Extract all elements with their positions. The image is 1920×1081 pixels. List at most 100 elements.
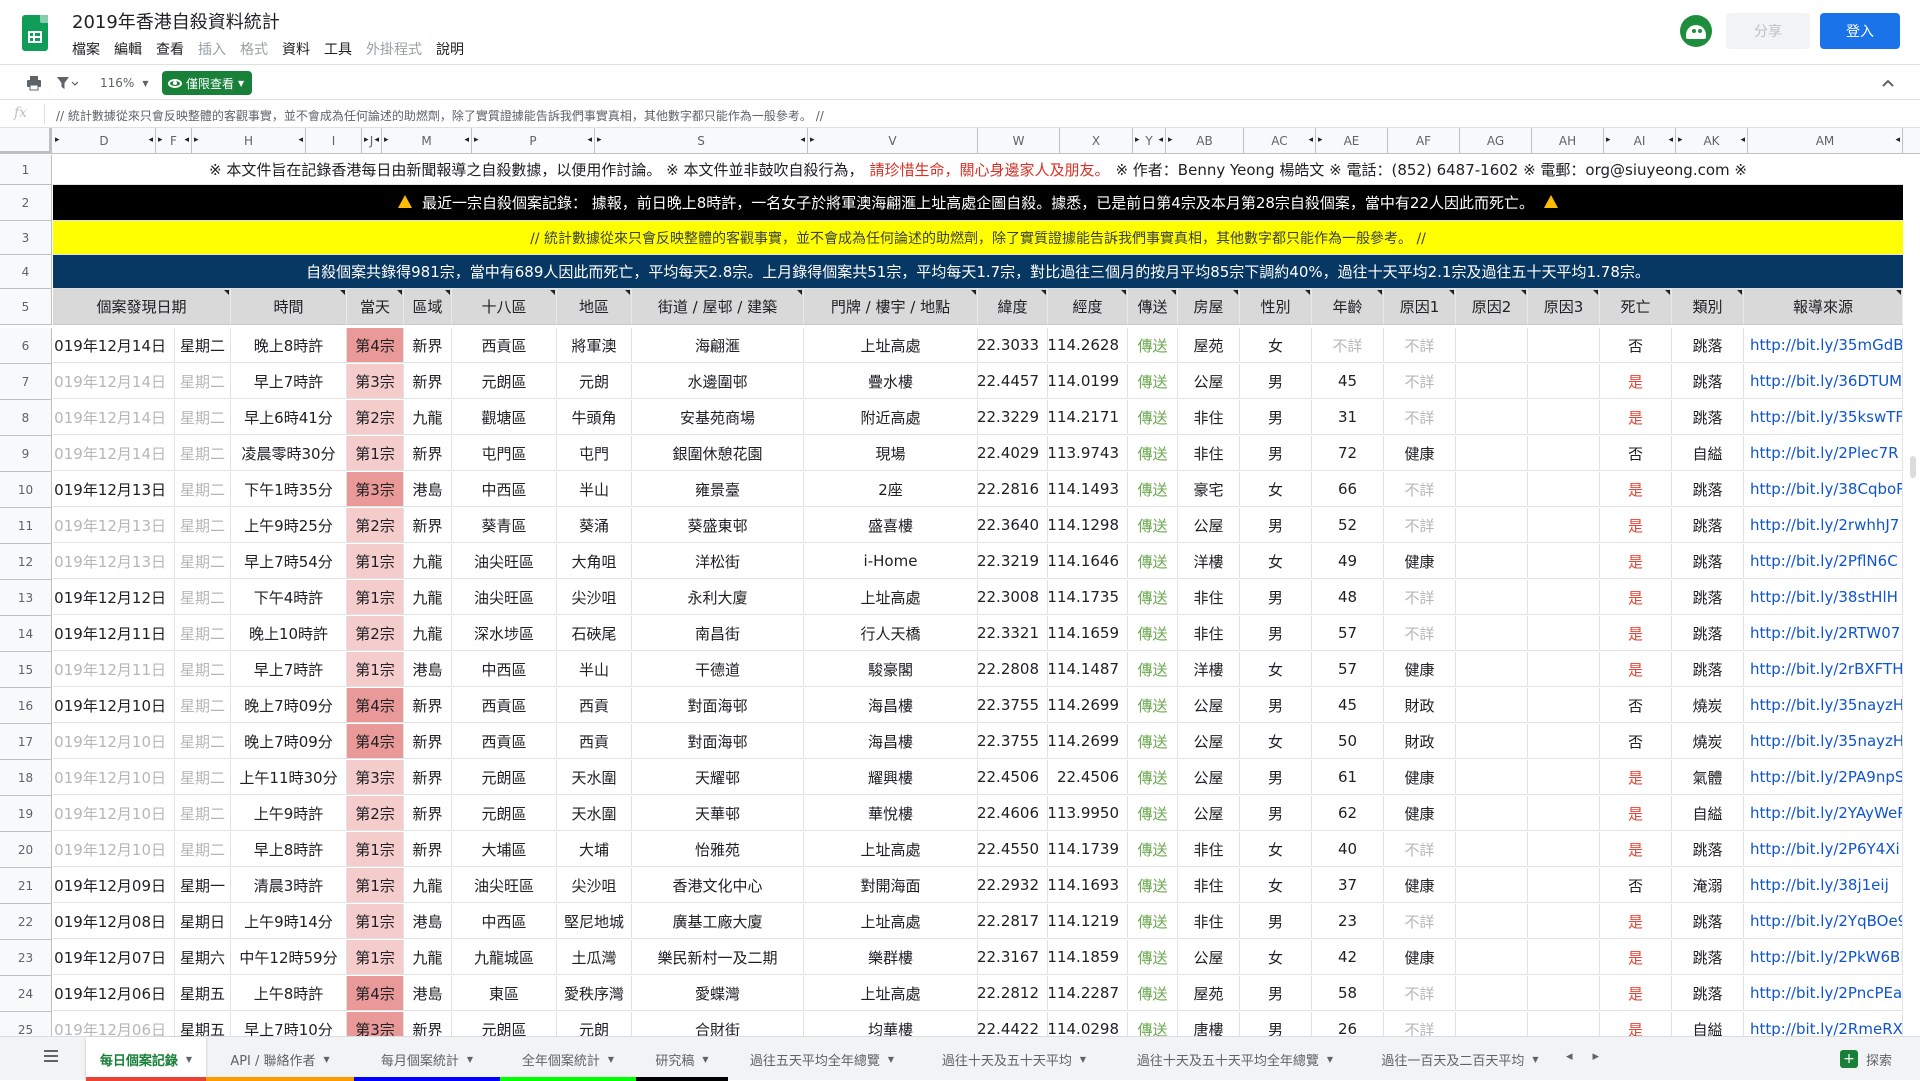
sheet-tab[interactable]: 全年個案統計 ▼ [500,1037,636,1081]
cell-src[interactable]: http://bit.ly/2RmeRXX [1744,1012,1903,1036]
column-header[interactable]: AG [1460,128,1532,154]
column-title[interactable]: 類別 [1672,289,1744,325]
zoom-select[interactable]: 116% ▼ [100,71,148,95]
expand-column-right-icon[interactable]: ◂ [1895,135,1900,145]
cell-src[interactable]: http://bit.ly/2PA9npS [1744,760,1903,795]
expand-column-right-icon[interactable]: ◂ [587,135,592,145]
column-header[interactable]: S ▸ ◂ [595,128,808,154]
column-header[interactable]: AE ▸ [1316,128,1388,154]
sheet-tab[interactable]: 過往一百天及二百天平均 ▼ [1358,1037,1562,1081]
column-header[interactable]: Y ▸ ◂ [1133,128,1166,154]
expand-column-right-icon[interactable]: ◂ [184,135,189,145]
expand-column-left-icon[interactable]: ▸ [474,135,479,145]
row-number[interactable]: 16 [0,688,52,724]
row-number[interactable]: 20 [0,832,52,868]
column-title[interactable]: 報導來源 [1744,289,1903,325]
expand-column-left-icon[interactable]: ▸ [384,135,389,145]
expand-column-left-icon[interactable]: ▸ [1135,135,1140,145]
row-number[interactable]: 14 [0,616,52,652]
vertical-scrollbar[interactable] [1906,284,1920,1034]
anonymous-avatar-icon[interactable] [1680,15,1712,47]
row-number[interactable]: 19 [0,796,52,832]
sheet-tab[interactable]: 過往十天及五十天平均全年總覽 ▼ [1112,1037,1358,1081]
cell-src[interactable]: http://bit.ly/2rwhhJ7 [1744,508,1903,543]
cell-src[interactable]: http://bit.ly/35nayzH [1744,688,1903,723]
column-title[interactable]: 經度 [1048,289,1128,325]
expand-column-right-icon[interactable]: ◂ [148,135,153,145]
menu-item[interactable]: 編輯 [114,39,142,59]
column-title[interactable]: 原因2 [1456,289,1528,325]
cell-src[interactable]: http://bit.ly/2Plec7R [1744,436,1903,471]
column-header[interactable]: V ▸ [808,128,978,154]
chevron-down-icon[interactable]: ▼ [608,1055,614,1064]
expand-column-right-icon[interactable]: ◂ [1668,135,1673,145]
expand-column-left-icon[interactable]: ▸ [194,135,199,145]
column-header[interactable]: M ▸ ◂ [382,128,472,154]
disclaimer-banner[interactable]: // 統計數據從來只會反映整體的客觀事實，並不會成為任何論述的助燃劑，除了實質證… [53,221,1903,255]
cell-src[interactable]: http://bit.ly/2PflN6C [1744,544,1903,579]
column-title[interactable]: 個案發現日期 [53,289,231,325]
cell-src[interactable]: http://bit.ly/2PncPEa_3 [1744,976,1903,1011]
filter-icon[interactable] [56,71,78,95]
cell-src[interactable]: http://bit.ly/38CqboP [1744,472,1903,507]
cell-src[interactable]: http://bit.ly/35kswTF [1744,400,1903,435]
sheet-tab[interactable]: 過往五天平均全年總覽 ▼ [728,1037,916,1081]
chevron-down-icon[interactable]: ▼ [467,1055,473,1064]
column-header[interactable]: I [306,128,362,154]
chevron-down-icon[interactable]: ▼ [1532,1055,1538,1064]
scrollbar-thumb[interactable] [1910,456,1916,478]
column-header[interactable]: AH [1532,128,1604,154]
column-header[interactable]: AF [1388,128,1460,154]
column-title[interactable]: 年齡 [1312,289,1384,325]
expand-column-left-icon[interactable]: ▸ [364,135,369,145]
expand-column-left-icon[interactable]: ▸ [158,135,163,145]
row-number[interactable]: 11 [0,508,52,544]
menu-item[interactable]: 工具 [324,39,352,59]
select-all-corner[interactable] [0,128,52,154]
column-title[interactable]: 緯度 [978,289,1048,325]
cell-src[interactable]: http://bit.ly/35mGdBs [1744,328,1903,363]
column-header[interactable]: AC ◂ [1244,128,1316,154]
row-number[interactable]: 22 [0,904,52,940]
summary-banner[interactable]: 自殺個案共錄得981宗，當中有689人因此而死亡，平均每天2.8宗。上月錄得個案… [53,255,1903,289]
cell-src[interactable]: http://bit.ly/2RTW071 [1744,616,1903,651]
expand-column-left-icon[interactable]: ▸ [810,135,815,145]
row-number[interactable]: 21 [0,868,52,904]
chevron-down-icon[interactable]: ▼ [1080,1055,1086,1064]
row-number[interactable]: 2 [0,185,52,221]
cell-src[interactable]: http://bit.ly/2YqBOe9 [1744,904,1903,939]
column-title[interactable]: 門牌 / 樓宇 / 地點 [804,289,978,325]
column-title[interactable]: 地區 [557,289,632,325]
column-header[interactable]: X [1060,128,1133,154]
chevron-down-icon[interactable]: ▼ [888,1055,894,1064]
column-title[interactable]: 當天 [347,289,404,325]
cell-src[interactable]: http://bit.ly/38stHlH [1744,580,1903,615]
sheet-tab[interactable]: 每月個案統計 ▼ [354,1037,500,1081]
menu-item[interactable]: 資料 [282,39,310,59]
expand-column-right-icon[interactable]: ◂ [298,135,303,145]
menu-item[interactable]: 檔案 [72,39,100,59]
formula-content[interactable]: // 統計數據從來只會反映整體的客觀事實，並不會成為任何論述的助燃劑，除了實質證… [56,107,824,124]
column-header[interactable]: J ▸ ◂ [362,128,382,154]
share-button[interactable]: 分享 [1726,13,1810,49]
menu-item[interactable]: 說明 [436,39,464,59]
column-header[interactable]: D ▸ ◂ [53,128,156,154]
column-title[interactable]: 傳送 [1128,289,1178,325]
chevron-down-icon[interactable]: ▼ [702,1055,708,1064]
sheet-tab[interactable]: 研究稿 ▼ [636,1037,728,1081]
latest-case-banner[interactable]: 最近一宗自殺個案記錄： 據報，前日晚上8時許，一名女子於將軍澳海翩滙上址高處企圖… [53,185,1903,221]
row-number[interactable]: 17 [0,724,52,760]
expand-column-right-icon[interactable]: ◂ [1158,135,1163,145]
column-header[interactable]: AM ◂ [1748,128,1903,154]
column-title[interactable]: 時間 [231,289,347,325]
expand-column-left-icon[interactable]: ▸ [1168,135,1173,145]
column-header[interactable]: P ▸ ◂ [472,128,595,154]
row-number[interactable]: 24 [0,976,52,1012]
spreadsheet-grid[interactable]: D ▸ ◂ F ▸ ◂ H ▸ ◂ I J ▸ ◂ M ▸ ◂ P ▸ ◂ S ▸ ◂ V ▸ W X Y ▸ ◂ AB ▸ AC ◂ AE ▸ AF… [0,128,1920,1036]
print-icon[interactable] [26,71,42,95]
expand-column-right-icon[interactable]: ◂ [1740,135,1745,145]
expand-column-right-icon[interactable]: ◂ [800,135,805,145]
cell-src[interactable]: http://bit.ly/2PkW6BE [1744,940,1903,975]
row-number[interactable]: 23 [0,940,52,976]
row-number[interactable]: 5 [0,289,52,325]
